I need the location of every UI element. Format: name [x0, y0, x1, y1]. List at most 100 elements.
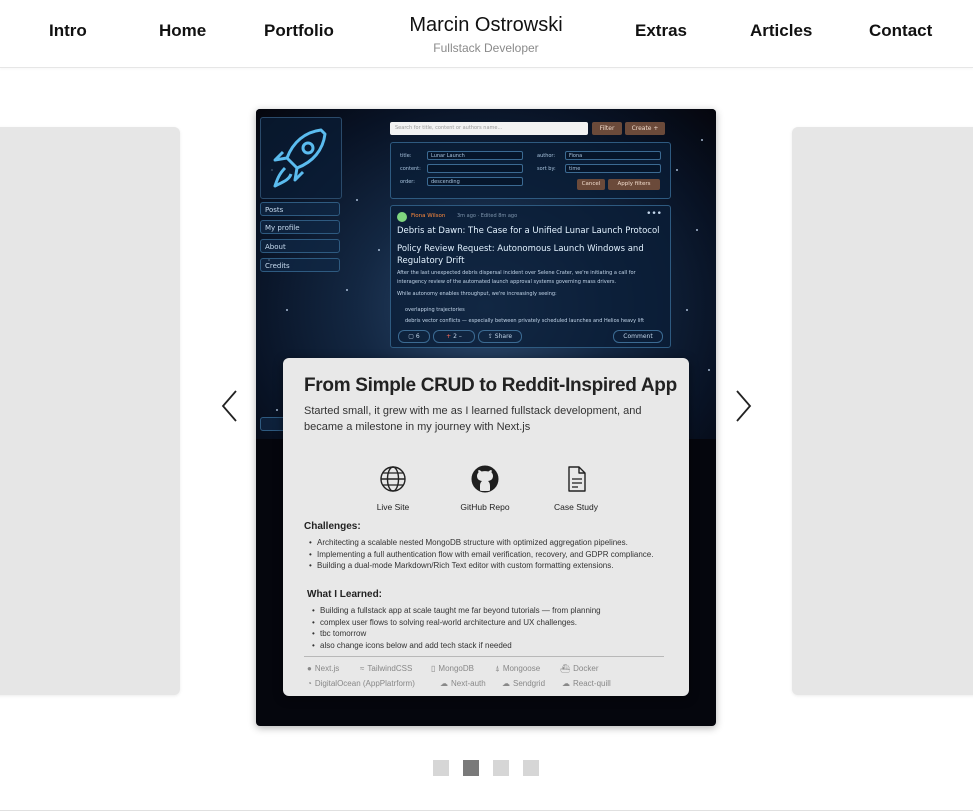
sortby-filter-label: sort by:	[537, 166, 556, 172]
star	[346, 289, 348, 291]
next-project-card[interactable]	[792, 127, 973, 695]
list-item: Building a fullstack app at scale taught…	[312, 605, 601, 617]
list-item: complex user flows to solving real-world…	[312, 617, 601, 629]
star	[686, 309, 688, 311]
comment-icon: ▢	[408, 333, 416, 340]
prev-arrow-icon[interactable]	[218, 388, 242, 424]
case-study-link[interactable]: Case Study	[548, 465, 604, 512]
list-item: tbc tomorrow	[312, 628, 601, 640]
list-item: Implementing a full authentication flow …	[309, 549, 653, 561]
sidebar-item-my-profile[interactable]: My profile	[260, 220, 340, 234]
vote-control[interactable]: + 2 –	[433, 330, 475, 343]
post-author[interactable]: Fiona Wilson	[411, 213, 445, 219]
star	[708, 369, 710, 371]
post-meta: 3m ago · Edited 8m ago	[457, 213, 518, 219]
tech-digitalocean: ◔ DigitalOcean (AppPlatrform)	[307, 679, 415, 688]
learned-heading: What I Learned:	[307, 589, 383, 600]
order-filter-label: order:	[400, 179, 415, 185]
carousel-dot-3[interactable]	[493, 760, 509, 776]
carousel-dot-1[interactable]	[433, 760, 449, 776]
title-filter-input[interactable]: Lunar Launch	[427, 151, 523, 160]
live-site-link[interactable]: Live Site	[365, 465, 421, 512]
challenges-heading: Challenges:	[304, 521, 361, 532]
author-filter-label: author:	[537, 153, 556, 159]
cloud-icon: ☁	[502, 679, 510, 688]
nav-portfolio[interactable]: Portfolio	[264, 21, 334, 41]
project-description: Started small, it grew with me as I lear…	[304, 405, 642, 433]
github-repo-link[interactable]: GitHub Repo	[453, 465, 517, 512]
sidebar-item-about[interactable]: About	[260, 239, 340, 253]
comment-button[interactable]: Comment	[613, 330, 663, 343]
star	[356, 199, 358, 201]
title-filter-label: title:	[400, 153, 412, 159]
avatar	[397, 212, 407, 222]
post-paragraph-2: While autonomy enables throughput, we're…	[397, 291, 557, 297]
sidebar-item-posts[interactable]: Posts	[260, 202, 340, 216]
nav-extras[interactable]: Extras	[635, 21, 687, 41]
filter-button[interactable]: Filter	[592, 122, 622, 135]
tech-sendgrid: ☁ Sendgrid	[502, 679, 546, 688]
list-item: Architecting a scalable nested MongoDB s…	[309, 537, 653, 549]
tech-docker: ⛴ Docker	[560, 664, 599, 673]
carousel-dot-4[interactable]	[523, 760, 539, 776]
nav-home[interactable]: Home	[159, 21, 206, 41]
search-input[interactable]: Search for title, content or authors nam…	[390, 122, 588, 135]
nav-contact[interactable]: Contact	[869, 21, 932, 41]
more-options-icon[interactable]: •••	[646, 209, 662, 219]
digitalocean-icon: ◔	[307, 679, 312, 688]
tech-reactquill: ☁ React-quill	[562, 679, 611, 688]
cloud-icon: ☁	[440, 679, 448, 688]
star	[378, 249, 380, 251]
brand[interactable]: Marcin Ostrowski Fullstack Developer	[409, 14, 562, 55]
post-list-item: overlapping trajectories	[405, 307, 465, 313]
star	[276, 409, 278, 411]
nav-articles[interactable]: Articles	[750, 21, 812, 41]
list-item: also change icons below and add tech sta…	[312, 640, 601, 652]
share-icon: ⇪	[487, 333, 495, 340]
divider	[304, 656, 664, 657]
sidebar-item-credits[interactable]: Credits	[260, 258, 340, 272]
star	[696, 229, 698, 231]
nextjs-icon: ●	[307, 664, 312, 673]
content-filter-label: content:	[400, 166, 421, 172]
order-select[interactable]: descending	[427, 177, 523, 186]
share-label: Share	[494, 333, 513, 340]
star	[676, 169, 678, 171]
tech-nextjs: ● Next.js	[307, 664, 340, 673]
nav-intro[interactable]: Intro	[49, 21, 87, 41]
github-icon	[471, 465, 499, 493]
carousel-dot-2[interactable]	[463, 760, 479, 776]
post-list-item: debris vector conflicts — especially bet…	[405, 318, 645, 324]
list-item: Building a dual-mode Markdown/Rich Text …	[309, 560, 653, 572]
project-title: From Simple CRUD to Reddit-Inspired App	[304, 375, 677, 396]
content-filter-input[interactable]	[427, 164, 523, 173]
learned-list: Building a fullstack app at scale taught…	[312, 605, 601, 651]
tech-mongoose: ⍋ Mongoose	[495, 664, 541, 673]
tech-tailwindcss: ≈ TailwindCSS	[360, 664, 413, 673]
docker-icon: ⛴	[560, 664, 571, 673]
share-button[interactable]: ⇪ Share	[478, 330, 522, 343]
create-button[interactable]: Create +	[625, 122, 665, 135]
next-arrow-icon[interactable]	[731, 388, 755, 424]
previous-project-card[interactable]	[0, 127, 180, 695]
author-filter-input[interactable]: Fiona	[565, 151, 661, 160]
case-study-label: Case Study	[554, 502, 598, 512]
github-repo-label: GitHub Repo	[460, 502, 510, 512]
cancel-button[interactable]: Cancel	[577, 179, 605, 190]
post-paragraph-1: After the last unexpected debris dispers…	[397, 270, 636, 285]
comments-count-button[interactable]: ▢ 6	[398, 330, 430, 343]
apply-filters-button[interactable]: Apply filters	[608, 179, 660, 190]
tailwind-icon: ≈	[360, 664, 365, 673]
post-title[interactable]: Debris at Dawn: The Case for a Unified L…	[397, 226, 660, 236]
sortby-select[interactable]: time	[565, 164, 661, 173]
brand-name: Marcin Ostrowski	[409, 14, 563, 36]
document-icon	[568, 466, 586, 492]
tech-mongodb: ▯ MongoDB	[431, 664, 474, 673]
post-card[interactable]: Fiona Wilson 3m ago · Edited 8m ago ••• …	[390, 205, 671, 348]
rocket-icon	[273, 128, 327, 188]
divider	[0, 810, 973, 811]
downvote-icon[interactable]: –	[457, 333, 462, 340]
challenges-list: Architecting a scalable nested MongoDB s…	[309, 537, 653, 572]
comments-count: 6	[415, 333, 420, 340]
tech-nextauth: ☁ Next-auth	[440, 679, 486, 688]
